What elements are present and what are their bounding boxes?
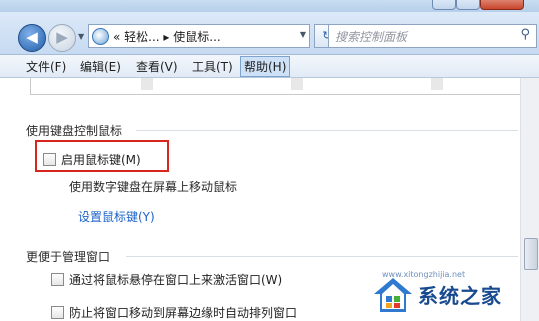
house-logo-icon	[374, 278, 412, 312]
hover-activate-option[interactable]: 通过将鼠标悬停在窗口上来激活窗口(W)	[51, 271, 282, 288]
navigation-bar: ◀ ▶ ▼ « 轻松... ▸ 使鼠标... ▼ ↻ 搜索控制面板 ⚲	[0, 12, 539, 55]
search-icon[interactable]: ⚲	[520, 27, 530, 42]
menu-view[interactable]: 查看(V)	[136, 58, 178, 75]
scrollbar-thumb[interactable]	[524, 238, 538, 270]
forward-arrow-icon: ▶	[56, 28, 68, 46]
watermark-text: 系统之家	[418, 284, 502, 308]
back-button[interactable]: ◀	[18, 24, 46, 52]
watermark-logo: www.xitongzhijia.net 系统之家	[372, 270, 539, 318]
hover-activate-checkbox[interactable]	[51, 273, 64, 286]
prevent-snap-option[interactable]: 防止将窗口移动到屏幕边缘时自动排列窗口	[51, 304, 297, 321]
enable-mouse-keys-option[interactable]: 启用鼠标键(M)	[43, 151, 141, 168]
previous-section-box	[30, 78, 521, 95]
minimize-button[interactable]	[432, 0, 456, 10]
window-section-title: 更便于管理窗口	[26, 250, 111, 264]
setup-mouse-keys-link[interactable]: 设置鼠标键(Y)	[78, 208, 155, 225]
section-divider	[126, 256, 518, 257]
back-arrow-icon: ◀	[26, 28, 38, 46]
menu-tools[interactable]: 工具(T)	[192, 58, 233, 75]
menu-edit[interactable]: 编辑(E)	[80, 58, 121, 75]
menu-file[interactable]: 文件(F)	[26, 58, 66, 75]
maximize-button[interactable]	[456, 0, 480, 10]
hover-activate-label[interactable]: 通过将鼠标悬停在窗口上来激活窗口(W)	[69, 271, 282, 288]
menu-help[interactable]: 帮助(H)	[240, 56, 291, 77]
mouse-keys-description: 使用数字键盘在屏幕上移动鼠标	[69, 180, 238, 194]
search-input[interactable]: 搜索控制面板 ⚲	[328, 24, 537, 48]
address-bar[interactable]: « 轻松... ▸ 使鼠标... ▼	[88, 24, 310, 48]
prevent-snap-checkbox[interactable]	[51, 306, 64, 319]
prevent-snap-label[interactable]: 防止将窗口移动到屏幕边缘时自动排列窗口	[69, 304, 297, 321]
address-dropdown-icon[interactable]: ▼	[300, 30, 306, 39]
forward-button[interactable]: ▶	[48, 24, 76, 52]
enable-mouse-keys-checkbox[interactable]	[43, 153, 56, 166]
section-divider	[136, 130, 518, 131]
window-frame-top	[0, 0, 539, 12]
menu-bar: 文件(F) 编辑(E) 查看(V) 工具(T) 帮助(H)	[0, 55, 539, 78]
keyboard-section-title: 使用键盘控制鼠标	[26, 124, 123, 138]
enable-mouse-keys-label[interactable]: 启用鼠标键(M)	[61, 151, 141, 168]
control-panel-icon	[92, 28, 109, 45]
address-path[interactable]: « 轻松... ▸ 使鼠标...	[113, 28, 221, 45]
recent-pages-dropdown-icon[interactable]: ▼	[78, 32, 84, 41]
close-button[interactable]	[480, 0, 524, 10]
search-placeholder: 搜索控制面板	[335, 30, 408, 44]
